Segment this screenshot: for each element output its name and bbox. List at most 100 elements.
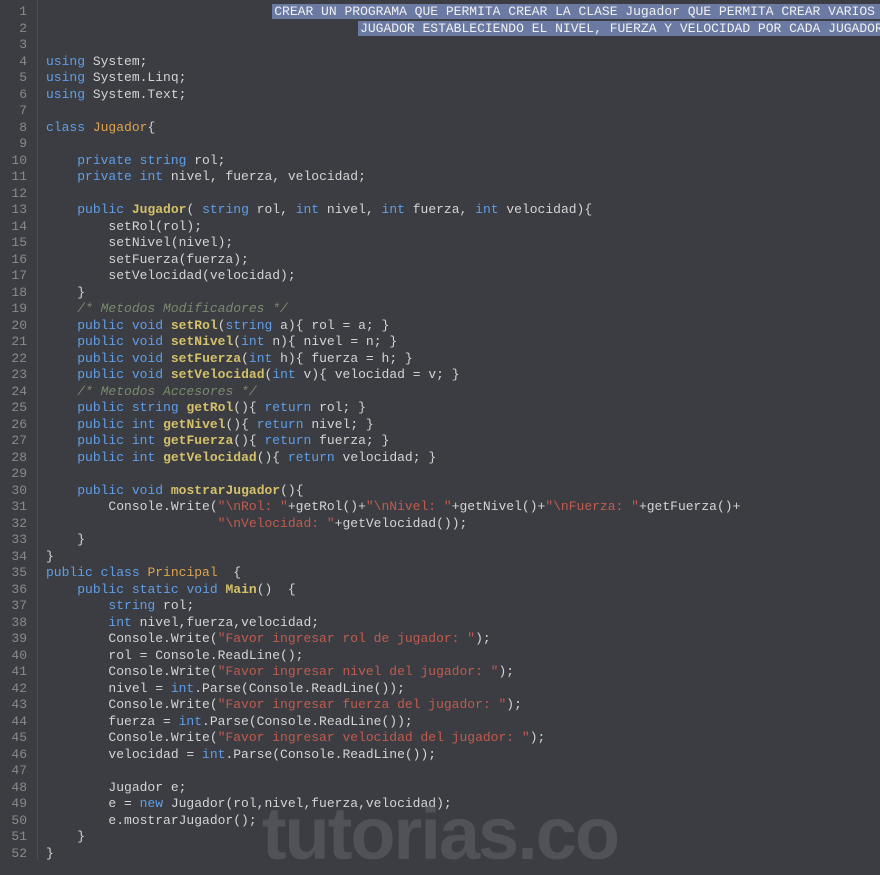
- code-line[interactable]: [46, 763, 880, 780]
- code-line[interactable]: e.mostrarJugador();: [46, 813, 880, 830]
- line-number: 42: [8, 681, 27, 698]
- line-number: 45: [8, 730, 27, 747]
- code-line[interactable]: setFuerza(fuerza);: [46, 252, 880, 269]
- code-editor[interactable]: 1234567891011121314151617181920212223242…: [0, 0, 880, 860]
- code-line[interactable]: public int getFuerza(){ return fuerza; }: [46, 433, 880, 450]
- code-line[interactable]: string rol;: [46, 598, 880, 615]
- line-number: 47: [8, 763, 27, 780]
- line-number: 30: [8, 483, 27, 500]
- line-number: 41: [8, 664, 27, 681]
- line-number: 29: [8, 466, 27, 483]
- code-line[interactable]: setRol(rol);: [46, 219, 880, 236]
- line-number: 27: [8, 433, 27, 450]
- code-line[interactable]: }: [46, 549, 880, 566]
- code-line[interactable]: /* Metodos Modificadores */: [46, 301, 880, 318]
- line-number: 9: [8, 136, 27, 153]
- line-number: 17: [8, 268, 27, 285]
- line-number: 12: [8, 186, 27, 203]
- code-line[interactable]: [46, 103, 880, 120]
- line-number: 13: [8, 202, 27, 219]
- code-line[interactable]: fuerza = int.Parse(Console.ReadLine());: [46, 714, 880, 731]
- line-number: 22: [8, 351, 27, 368]
- line-number: 28: [8, 450, 27, 467]
- line-number: 20: [8, 318, 27, 335]
- line-number: 50: [8, 813, 27, 830]
- code-line[interactable]: "\nVelocidad: "+getVelocidad());: [46, 516, 880, 533]
- code-line[interactable]: public Jugador( string rol, int nivel, i…: [46, 202, 880, 219]
- code-line[interactable]: rol = Console.ReadLine();: [46, 648, 880, 665]
- line-number: 33: [8, 532, 27, 549]
- line-number: 35: [8, 565, 27, 582]
- selected-comment-text[interactable]: CREAR UN PROGRAMA QUE PERMITA CREAR LA C…: [272, 4, 880, 19]
- code-line[interactable]: setVelocidad(velocidad);: [46, 268, 880, 285]
- code-line[interactable]: nivel = int.Parse(Console.ReadLine());: [46, 681, 880, 698]
- line-number: 4: [8, 54, 27, 71]
- code-line[interactable]: [46, 37, 880, 54]
- code-line[interactable]: }: [46, 829, 880, 846]
- code-line[interactable]: Console.Write("\nRol: "+getRol()+"\nNive…: [46, 499, 880, 516]
- code-line[interactable]: JUGADOR ESTABLECIENDO EL NIVEL, FUERZA Y…: [46, 21, 880, 38]
- line-number: 51: [8, 829, 27, 846]
- line-number: 49: [8, 796, 27, 813]
- code-line[interactable]: using System.Linq;: [46, 70, 880, 87]
- code-line[interactable]: setNivel(nivel);: [46, 235, 880, 252]
- line-number: 46: [8, 747, 27, 764]
- line-number: 21: [8, 334, 27, 351]
- code-line[interactable]: public void setVelocidad(int v){ velocid…: [46, 367, 880, 384]
- code-line[interactable]: using System.Text;: [46, 87, 880, 104]
- code-line[interactable]: public int getVelocidad(){ return veloci…: [46, 450, 880, 467]
- selected-comment-text[interactable]: JUGADOR ESTABLECIENDO EL NIVEL, FUERZA Y…: [358, 21, 880, 36]
- code-line[interactable]: public class Principal {: [46, 565, 880, 582]
- line-number: 40: [8, 648, 27, 665]
- code-line[interactable]: private int nivel, fuerza, velocidad;: [46, 169, 880, 186]
- line-number: 37: [8, 598, 27, 615]
- line-number: 26: [8, 417, 27, 434]
- line-number: 44: [8, 714, 27, 731]
- line-number: 38: [8, 615, 27, 632]
- code-line[interactable]: int nivel,fuerza,velocidad;: [46, 615, 880, 632]
- line-number: 15: [8, 235, 27, 252]
- code-line[interactable]: public void setNivel(int n){ nivel = n; …: [46, 334, 880, 351]
- code-area[interactable]: CREAR UN PROGRAMA QUE PERMITA CREAR LA C…: [38, 0, 880, 860]
- code-line[interactable]: }: [46, 285, 880, 302]
- line-number: 5: [8, 70, 27, 87]
- line-number: 19: [8, 301, 27, 318]
- code-line[interactable]: public void setRol(string a){ rol = a; }: [46, 318, 880, 335]
- line-number: 32: [8, 516, 27, 533]
- code-line[interactable]: CREAR UN PROGRAMA QUE PERMITA CREAR LA C…: [46, 4, 880, 21]
- line-number-gutter: 1234567891011121314151617181920212223242…: [0, 0, 38, 860]
- line-number: 24: [8, 384, 27, 401]
- code-line[interactable]: velocidad = int.Parse(Console.ReadLine()…: [46, 747, 880, 764]
- code-line[interactable]: e = new Jugador(rol,nivel,fuerza,velocid…: [46, 796, 880, 813]
- line-number: 25: [8, 400, 27, 417]
- code-line[interactable]: /* Metodos Accesores */: [46, 384, 880, 401]
- line-number: 16: [8, 252, 27, 269]
- code-line[interactable]: using System;: [46, 54, 880, 71]
- code-line[interactable]: Console.Write("Favor ingresar nivel del …: [46, 664, 880, 681]
- code-line[interactable]: public void mostrarJugador(){: [46, 483, 880, 500]
- line-number: 8: [8, 120, 27, 137]
- code-line[interactable]: Console.Write("Favor ingresar velocidad …: [46, 730, 880, 747]
- code-line[interactable]: public int getNivel(){ return nivel; }: [46, 417, 880, 434]
- code-line[interactable]: Console.Write("Favor ingresar rol de jug…: [46, 631, 880, 648]
- line-number: 34: [8, 549, 27, 566]
- code-line[interactable]: [46, 136, 880, 153]
- code-line[interactable]: [46, 186, 880, 203]
- line-number: 39: [8, 631, 27, 648]
- line-number: 31: [8, 499, 27, 516]
- line-number: 18: [8, 285, 27, 302]
- code-line[interactable]: }: [46, 532, 880, 549]
- code-line[interactable]: public static void Main() {: [46, 582, 880, 599]
- code-line[interactable]: [46, 466, 880, 483]
- code-line[interactable]: public void setFuerza(int h){ fuerza = h…: [46, 351, 880, 368]
- code-line[interactable]: class Jugador{: [46, 120, 880, 137]
- code-line[interactable]: public string getRol(){ return rol; }: [46, 400, 880, 417]
- line-number: 43: [8, 697, 27, 714]
- line-number: 7: [8, 103, 27, 120]
- line-number: 1: [8, 4, 27, 21]
- line-number: 2: [8, 21, 27, 38]
- code-line[interactable]: Console.Write("Favor ingresar fuerza del…: [46, 697, 880, 714]
- code-line[interactable]: private string rol;: [46, 153, 880, 170]
- line-number: 3: [8, 37, 27, 54]
- code-line[interactable]: Jugador e;: [46, 780, 880, 797]
